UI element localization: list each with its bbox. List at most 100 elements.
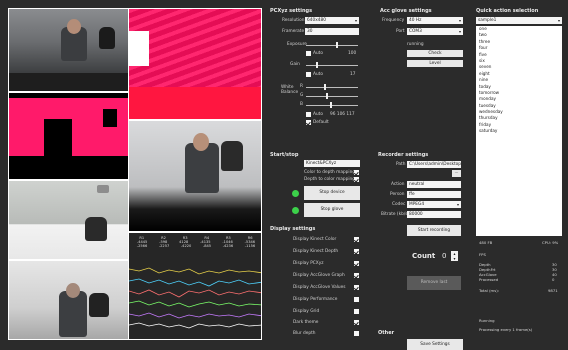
signal-line-4	[129, 300, 261, 308]
check-button[interactable]: Check	[407, 50, 463, 57]
gain-auto-label: Auto	[313, 72, 323, 77]
display-kinect-depth-checkbox[interactable]	[354, 249, 359, 254]
exposure-auto-checkbox[interactable]	[306, 51, 311, 56]
display-accglove-values-checkbox[interactable]	[354, 285, 359, 290]
resolution-stat: 480 FB	[479, 240, 493, 245]
quick-action-value: sample1	[478, 18, 497, 23]
signal-line-1	[129, 267, 261, 275]
gain-label: Gain	[290, 62, 300, 67]
person-input[interactable]: ffe	[407, 191, 461, 198]
start-stop-title: Start/stop	[270, 152, 299, 158]
status-text: Running	[479, 318, 495, 323]
count-label: Count	[412, 252, 436, 260]
display-item-label: Display Performance	[293, 297, 338, 302]
glove	[99, 27, 115, 49]
wb-g-track	[306, 96, 358, 97]
display-performance-checkbox[interactable]	[354, 297, 359, 302]
exposure-value: 100	[348, 51, 357, 56]
value-cell: -4236	[222, 244, 234, 248]
person-head	[67, 19, 81, 34]
color-depth-checkbox[interactable]	[354, 170, 359, 175]
depth-color-checkbox[interactable]	[354, 177, 359, 182]
display-item-label: Display Kinect Depth	[293, 249, 339, 254]
display-settings-title: Display settings	[270, 226, 316, 232]
browse-button[interactable]: ...	[452, 170, 461, 177]
action-label: Action	[391, 182, 405, 187]
depth-mask-hand	[103, 109, 117, 127]
remove-last-button[interactable]: Remove last	[407, 276, 461, 290]
port-select[interactable]: COM3 ▾	[407, 28, 463, 35]
total-value: 9871	[548, 288, 558, 293]
display-kinect-color-checkbox[interactable]	[354, 237, 359, 242]
display-item-label: Display PCXyz	[293, 261, 324, 266]
wb-b-track	[306, 105, 358, 106]
gain-auto-checkbox[interactable]	[306, 72, 311, 77]
quick-action-list[interactable]: one two three four five six seven eight …	[476, 26, 562, 236]
gain-slider[interactable]	[316, 62, 318, 68]
display-pcxyz-checkbox[interactable]	[354, 261, 359, 266]
app-window: R1 R2 R3 R4 R5 R6 -4445 -598 4128 -4135 …	[0, 0, 568, 350]
display-item-label: Display AccGlove Graph	[293, 273, 345, 278]
wb-r-label: R	[300, 84, 303, 89]
source-select[interactable]: Kinect&PCXyz	[304, 160, 360, 167]
exposure-slider[interactable]	[336, 42, 338, 48]
wb-r-slider[interactable]	[324, 84, 326, 90]
stop-device-button[interactable]: Stop device	[304, 186, 360, 200]
display-item-label: Display AccGlove Values	[293, 285, 346, 290]
signal-line-3	[129, 289, 261, 298]
save-settings-button[interactable]: Save Settings	[407, 339, 463, 350]
white-balance-label: White Balance	[281, 85, 299, 95]
codec-label: Codec	[392, 202, 406, 207]
wb-b-label: B	[300, 102, 303, 107]
codec-select[interactable]: MPEG4 ▾	[407, 201, 461, 208]
resolution-select[interactable]: 640x480 ▾	[305, 17, 359, 24]
action-input[interactable]: neutral	[407, 181, 461, 188]
quick-action-title: Quick action selection	[476, 8, 539, 14]
lamp-icon	[97, 185, 109, 193]
bitrate-input[interactable]: 80000	[407, 211, 461, 218]
chevron-down-icon: ▾	[557, 18, 560, 23]
port-label: Port	[396, 29, 405, 34]
port-value: COM3	[409, 29, 422, 34]
value-cell: -2566	[136, 244, 148, 248]
fps-label: FPS	[479, 252, 486, 257]
fps-value: 0	[552, 277, 555, 282]
gain-slider-track	[306, 65, 358, 66]
value-cell: -2257	[158, 244, 170, 248]
wb-g-slider[interactable]	[326, 93, 328, 99]
wb-values: 96 106 117	[330, 112, 355, 117]
value-cell: -845	[202, 244, 212, 248]
wb-b-slider[interactable]	[330, 102, 332, 108]
frequency-label: Frequency	[382, 18, 405, 23]
kinect-color-view	[8, 8, 129, 92]
chevron-down-icon[interactable]: ▾	[453, 256, 455, 261]
blur-depth-checkbox[interactable]	[354, 331, 359, 336]
display-item-label: Display Grid	[293, 309, 320, 314]
framerate-input[interactable]: 30	[305, 28, 359, 35]
depth-mask-hole	[44, 119, 72, 156]
stop-glove-button[interactable]: Stop glove	[304, 203, 360, 217]
person-head	[66, 283, 80, 298]
recorder-settings-title: Recorder settings	[378, 152, 429, 158]
framerate-label: Framerate	[282, 29, 305, 34]
dark-theme-checkbox[interactable]	[354, 320, 359, 325]
display-item-label: Display Kinect Color	[293, 237, 337, 242]
frequency-value: 40 Hz	[409, 18, 422, 23]
level-button[interactable]: Level	[407, 60, 463, 67]
exposure-auto-label: Auto	[313, 51, 323, 56]
list-item[interactable]: saturday	[476, 128, 562, 134]
count-spinner[interactable]: ▴ ▾	[451, 251, 458, 261]
wb-auto-checkbox[interactable]	[306, 112, 311, 117]
value-cell: -1156	[244, 244, 256, 248]
acc-glove-settings-title: Acc glove settings	[380, 8, 432, 14]
processing-text: Processing every 1 frame(s)	[479, 327, 533, 332]
start-recording-button[interactable]: Start recording	[407, 225, 461, 236]
quick-action-select[interactable]: sample1 ▾	[476, 17, 562, 24]
accglove-graph: R1 R2 R3 R4 R5 R6 -4445 -598 4128 -4135 …	[128, 232, 262, 340]
default-checkbox[interactable]	[306, 120, 311, 125]
path-input[interactable]: C:\Users\admin\Desktop\re	[407, 161, 461, 168]
resolution-value: 640x480	[307, 18, 326, 23]
display-accglove-graph-checkbox[interactable]	[354, 273, 359, 278]
display-grid-checkbox[interactable]	[354, 309, 359, 314]
frequency-select[interactable]: 40 Hz ▾	[407, 17, 463, 24]
